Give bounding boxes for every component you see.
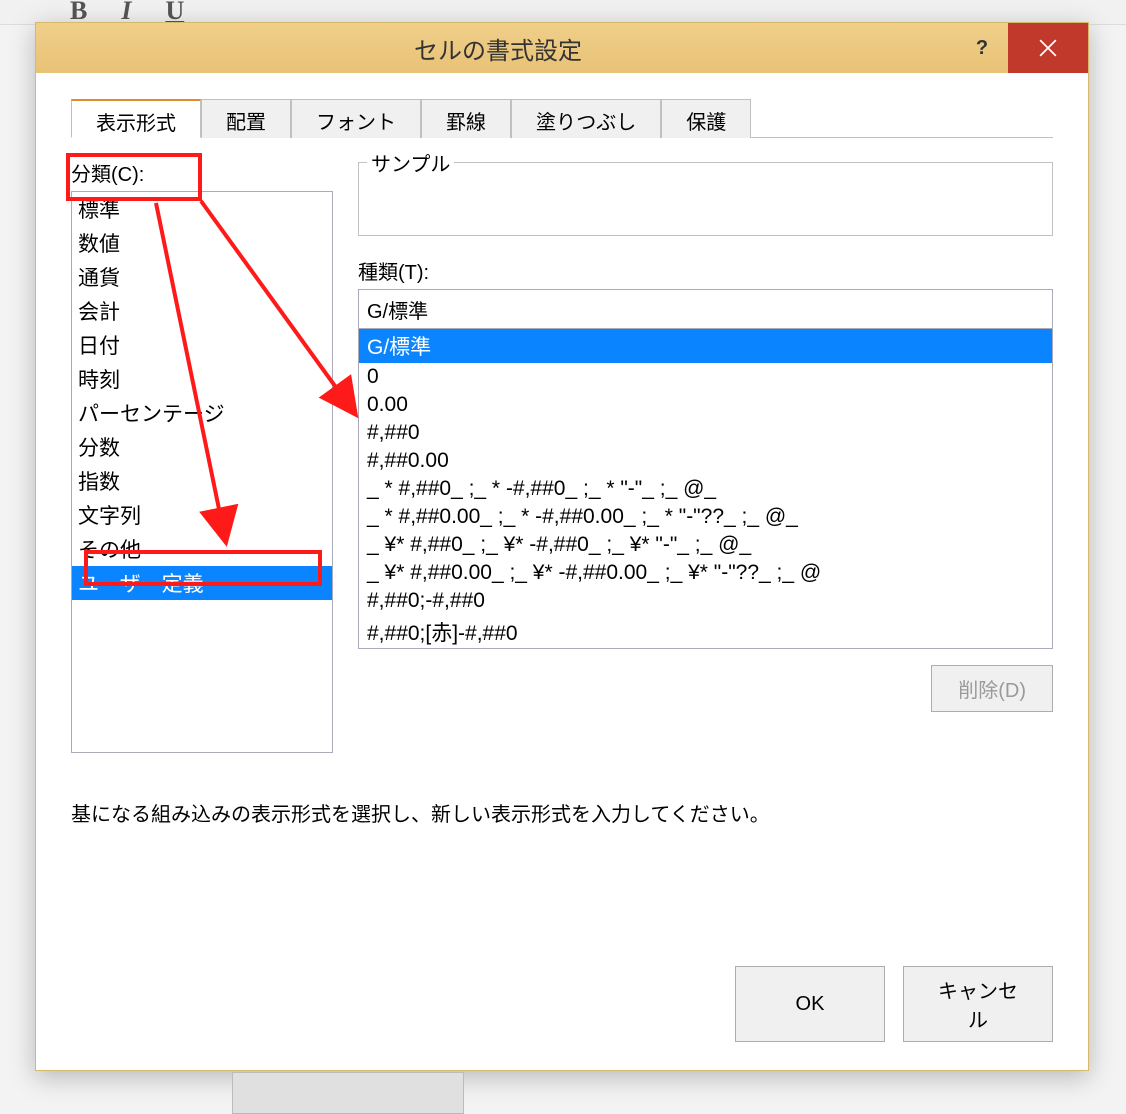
category-list[interactable]: 標準 数値 通貨 会計 日付 時刻 パーセンテージ 分数 指数 文字列 その他 … (71, 191, 333, 753)
category-item[interactable]: 標準 (72, 192, 332, 226)
spreadsheet-column-fragment (232, 1072, 464, 1114)
category-item[interactable]: 会計 (72, 294, 332, 328)
dialog-title: セルの書式設定 (36, 31, 960, 66)
type-item[interactable]: #,##0;[赤]-#,##0 (359, 615, 1052, 649)
category-item[interactable]: パーセンテージ (72, 396, 332, 430)
category-label: 分類(C): (71, 158, 333, 187)
sample-legend: サンプル (367, 148, 454, 177)
type-item[interactable]: G/標準 (359, 329, 1052, 363)
type-item[interactable]: _ * #,##0.00_ ;_ * -#,##0.00_ ;_ * "-"??… (359, 503, 1052, 531)
type-item[interactable]: #,##0 (359, 419, 1052, 447)
category-item-user-defined[interactable]: ユーザー定義 (72, 566, 332, 600)
category-item[interactable]: その他 (72, 532, 332, 566)
dialog-titlebar: セルの書式設定 ? (36, 23, 1088, 73)
type-item[interactable]: 0.00 (359, 391, 1052, 419)
cancel-button[interactable]: キャンセル (903, 966, 1053, 1042)
type-item[interactable]: _ ¥* #,##0.00_ ;_ ¥* -#,##0.00_ ;_ ¥* "-… (359, 559, 1052, 587)
tab-protection[interactable]: 保護 (661, 99, 751, 138)
category-item[interactable]: 数値 (72, 226, 332, 260)
delete-button[interactable]: 削除(D) (931, 665, 1053, 712)
tab-fill[interactable]: 塗りつぶし (511, 99, 661, 138)
type-list[interactable]: G/標準 0 0.00 #,##0 #,##0.00 _ * #,##0_ ;_… (358, 329, 1053, 649)
tab-alignment[interactable]: 配置 (201, 99, 291, 138)
category-item[interactable]: 日付 (72, 328, 332, 362)
dialog-body: 表示形式 配置 フォント 罫線 塗りつぶし 保護 分類(C): 標準 数値 通貨… (46, 83, 1078, 1060)
tab-number-format[interactable]: 表示形式 (71, 99, 201, 138)
sample-group: サンプル (358, 148, 1053, 236)
description-text: 基になる組み込みの表示形式を選択し、新しい表示形式を入力してください。 (71, 798, 1053, 827)
tab-strip: 表示形式 配置 フォント 罫線 塗りつぶし 保護 (71, 98, 1053, 138)
category-item[interactable]: 通貨 (72, 260, 332, 294)
format-cells-dialog: セルの書式設定 ? 表示形式 配置 フォント 罫線 塗りつぶし 保護 分類(C)… (35, 22, 1089, 1071)
category-item[interactable]: 指数 (72, 464, 332, 498)
ok-button[interactable]: OK (735, 966, 885, 1042)
category-item[interactable]: 時刻 (72, 362, 332, 396)
type-item[interactable]: _ ¥* #,##0_ ;_ ¥* -#,##0_ ;_ ¥* "-"_ ;_ … (359, 531, 1052, 559)
close-icon (1039, 39, 1057, 57)
type-label: 種類(T): (358, 256, 1053, 285)
type-input[interactable] (358, 289, 1053, 329)
type-item[interactable]: #,##0.00 (359, 447, 1052, 475)
close-button[interactable] (1008, 23, 1088, 73)
category-item[interactable]: 分数 (72, 430, 332, 464)
help-icon: ? (976, 37, 988, 60)
help-button[interactable]: ? (960, 26, 1004, 70)
type-item[interactable]: _ * #,##0_ ;_ * -#,##0_ ;_ * "-"_ ;_ @_ (359, 475, 1052, 503)
tab-border[interactable]: 罫線 (421, 99, 511, 138)
type-item[interactable]: #,##0;-#,##0 (359, 587, 1052, 615)
type-item[interactable]: 0 (359, 363, 1052, 391)
tab-font[interactable]: フォント (291, 99, 421, 138)
category-item[interactable]: 文字列 (72, 498, 332, 532)
